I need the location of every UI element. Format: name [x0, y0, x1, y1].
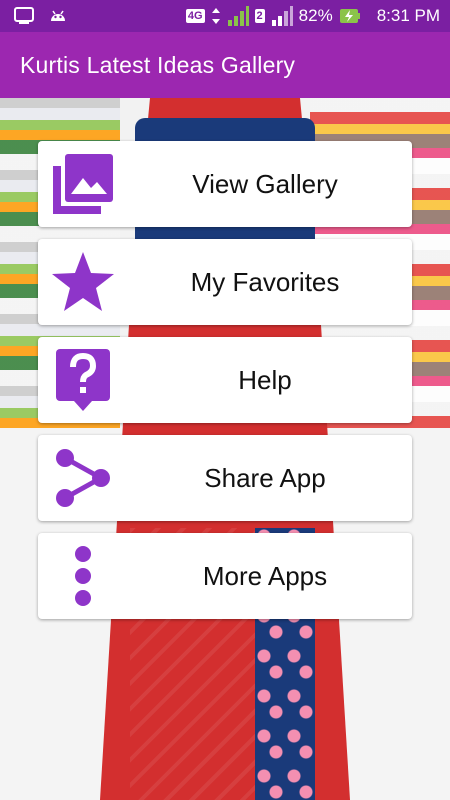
- share-app-button[interactable]: Share App: [38, 435, 412, 521]
- android-icon: [48, 7, 68, 25]
- screen-cast-icon: [14, 7, 34, 25]
- battery-percent: 82%: [298, 6, 333, 25]
- clock: 8:31 PM: [376, 6, 440, 25]
- more-vert-icon: [48, 541, 118, 611]
- more-apps-label: More Apps: [202, 560, 328, 591]
- sim-slot-badge: 2: [254, 9, 265, 23]
- my-favorites-button[interactable]: My Favorites: [38, 239, 412, 325]
- my-favorites-label: My Favorites: [190, 266, 340, 297]
- star-icon: [48, 247, 118, 317]
- signal-icon-2: [271, 6, 293, 26]
- gallery-icon: [48, 149, 118, 219]
- view-gallery-button[interactable]: View Gallery: [38, 141, 412, 227]
- share-icon: [48, 443, 118, 513]
- app-title: Kurtis Latest Ideas Gallery: [20, 51, 296, 78]
- help-label: Help: [238, 364, 292, 395]
- data-arrows-icon: [211, 7, 221, 25]
- help-button[interactable]: Help: [38, 337, 412, 423]
- share-app-label: Share App: [204, 462, 326, 493]
- network-type-badge: 4G: [185, 9, 205, 23]
- more-apps-button[interactable]: More Apps: [38, 533, 412, 619]
- app-bar: Kurtis Latest Ideas Gallery: [0, 32, 450, 98]
- status-bar: 4G 2 82% 8:31 PM: [0, 0, 450, 32]
- help-icon: [48, 345, 118, 415]
- signal-icon: [227, 6, 249, 26]
- view-gallery-label: View Gallery: [192, 168, 338, 199]
- battery-charging-icon: [339, 7, 361, 25]
